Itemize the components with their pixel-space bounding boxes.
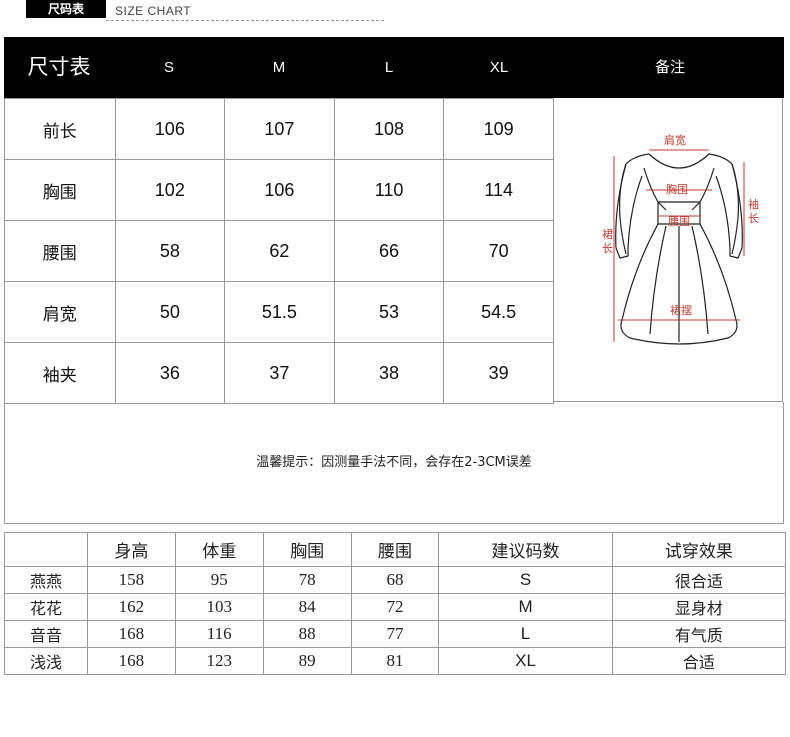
size-table-title: 尺寸表 — [27, 56, 91, 79]
reference-cell: M — [438, 593, 613, 621]
reference-cell: 浅浅 — [4, 647, 88, 675]
reference-header-cell: 试穿效果 — [611, 532, 787, 567]
size-value: 106 — [114, 98, 226, 160]
size-value: 108 — [333, 98, 445, 160]
row-label: 袖夹 — [4, 342, 116, 404]
reference-cell: 很合适 — [611, 566, 787, 594]
header-divider — [106, 20, 384, 21]
size-value: 109 — [443, 98, 554, 160]
size-col-l: L — [384, 59, 394, 76]
reference-cell: S — [438, 566, 613, 594]
reference-cell: 72 — [350, 593, 440, 621]
size-value: 54.5 — [443, 281, 554, 343]
dress-measurement-illustration: 肩宽 胸围 腰围 裙摆 袖 长 裙 长 — [554, 98, 783, 402]
size-value: 70 — [443, 220, 554, 282]
chart-subtitle: SIZE CHART — [115, 4, 192, 18]
row-label: 胸围 — [4, 159, 116, 221]
reference-cell: 158 — [86, 566, 176, 594]
reference-cell: 123 — [174, 647, 264, 675]
size-value: 110 — [333, 159, 445, 221]
size-row: 胸围 102 106 110 114 — [4, 159, 554, 221]
size-col-xl: XL — [489, 59, 509, 76]
size-col-m: M — [272, 59, 286, 76]
size-value: 114 — [443, 159, 554, 221]
label-sleeve-1: 袖 — [748, 197, 759, 211]
reference-cell: 显身材 — [611, 593, 787, 621]
size-value: 50 — [114, 281, 226, 343]
size-table-header: 尺寸表 S M L XL 备注 — [4, 37, 784, 98]
reference-row: 燕燕 158 95 78 68 S 很合适 — [4, 566, 787, 594]
size-row: 袖夹 36 37 38 39 — [4, 342, 554, 404]
size-row: 前长 106 107 108 109 — [4, 98, 554, 160]
size-row: 肩宽 50 51.5 53 54.5 — [4, 281, 554, 343]
size-value: 62 — [224, 220, 335, 282]
size-value: 58 — [114, 220, 226, 282]
reference-cell: 78 — [262, 566, 352, 594]
reference-cell: 燕燕 — [4, 566, 88, 594]
reference-row: 浅浅 168 123 89 81 XL 合适 — [4, 647, 787, 675]
reference-cell: 音音 — [4, 620, 88, 648]
reference-cell: 95 — [174, 566, 264, 594]
size-row: 腰围 58 62 66 70 — [4, 220, 554, 282]
row-label: 前长 — [4, 98, 116, 160]
reference-cell: 68 — [350, 566, 440, 594]
reference-header-cell: 胸围 — [262, 532, 352, 567]
size-value: 102 — [114, 159, 226, 221]
reference-cell: 162 — [86, 593, 176, 621]
label-chest: 胸围 — [666, 182, 688, 196]
dress-icon: 肩宽 胸围 腰围 裙摆 袖 长 裙 长 — [602, 133, 759, 345]
reference-cell: 89 — [262, 647, 352, 675]
size-value: 66 — [333, 220, 445, 282]
reference-cell: 花花 — [4, 593, 88, 621]
reference-header-cell: 建议码数 — [438, 532, 613, 567]
reference-cell: 88 — [262, 620, 352, 648]
label-shoulder: 肩宽 — [664, 133, 686, 147]
size-value: 38 — [333, 342, 445, 404]
reference-cell: 103 — [174, 593, 264, 621]
fit-reference-table: 身高 体重 胸围 腰围 建议码数 试穿效果 燕燕 158 95 78 68 S 很合适 花花 162 103 8… — [4, 532, 787, 675]
size-value: 51.5 — [224, 281, 335, 343]
row-label: 腰围 — [4, 220, 116, 282]
reference-row: 音音 168 116 88 77 L 有气质 — [4, 620, 787, 648]
size-value: 36 — [114, 342, 226, 404]
reference-cell: 合适 — [611, 647, 787, 675]
reference-cell: L — [438, 620, 613, 648]
size-col-s: S — [163, 59, 174, 76]
size-value: 53 — [333, 281, 445, 343]
reference-cell: XL — [438, 647, 613, 675]
size-value: 106 — [224, 159, 335, 221]
reference-cell: 168 — [86, 647, 176, 675]
reference-cell: 84 — [262, 593, 352, 621]
reference-header-cell: 体重 — [174, 532, 264, 567]
reference-header-cell: 身高 — [86, 532, 176, 567]
size-value: 39 — [443, 342, 554, 404]
note-column-header: 备注 — [654, 59, 685, 76]
reference-cell: 168 — [86, 620, 176, 648]
label-hem: 裙摆 — [670, 303, 692, 317]
reference-header-row: 身高 体重 胸围 腰围 建议码数 试穿效果 — [4, 532, 787, 567]
size-value: 107 — [224, 98, 335, 160]
reference-row: 花花 162 103 84 72 M 显身材 — [4, 593, 787, 621]
label-length-2: 长 — [602, 242, 613, 255]
reference-cell: 77 — [350, 620, 440, 648]
size-table: 前长 106 107 108 109 胸围 102 106 110 114 腰围 58 62 66 70 肩宽… — [4, 98, 554, 404]
label-length-1: 裙 — [602, 228, 613, 241]
reference-header-cell: 腰围 — [350, 532, 440, 567]
measurement-notice: 温馨提示：因测量手法不同，会存在2-3CM误差 — [4, 402, 784, 524]
chart-tag: 尺码表 — [26, 0, 106, 18]
reference-cell: 有气质 — [611, 620, 787, 648]
label-sleeve-2: 长 — [748, 212, 759, 225]
size-value: 37 — [224, 342, 335, 404]
reference-header-cell — [4, 532, 88, 567]
reference-cell: 116 — [174, 620, 264, 648]
label-waist: 腰围 — [668, 215, 690, 228]
row-label: 肩宽 — [4, 281, 116, 343]
reference-cell: 81 — [350, 647, 440, 675]
